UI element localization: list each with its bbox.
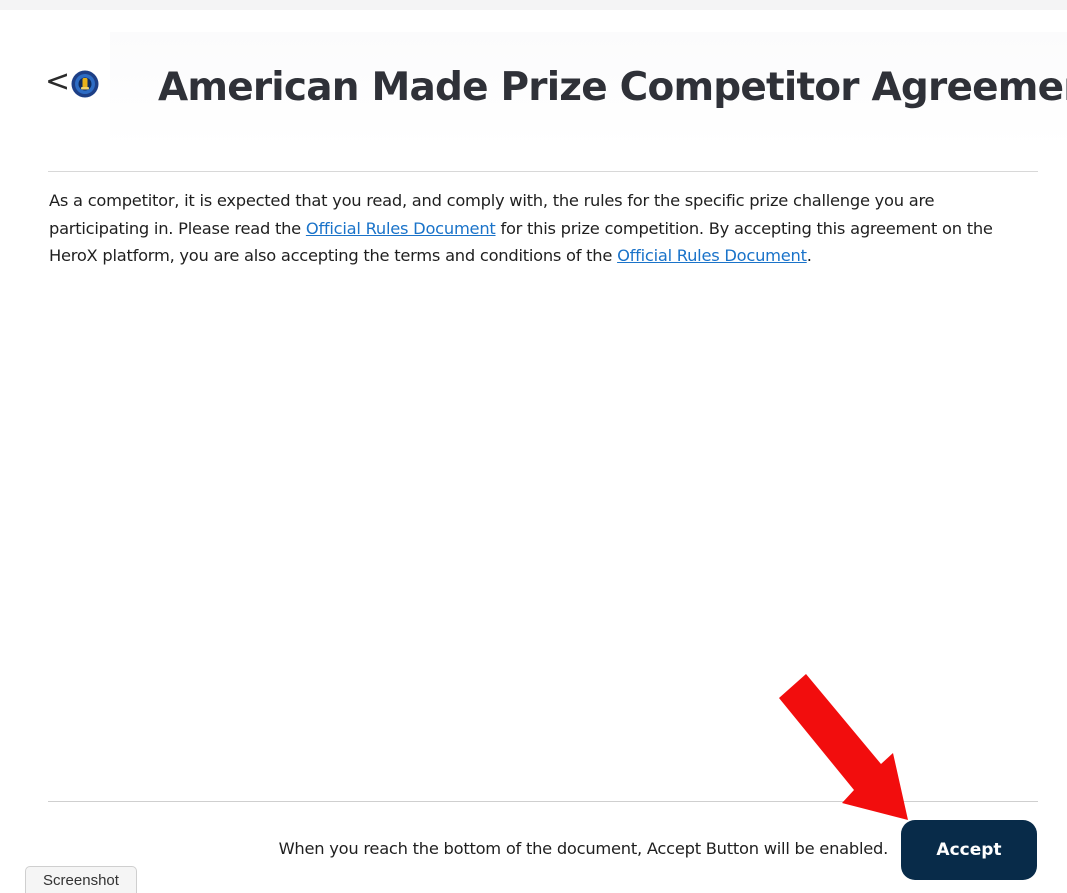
red-arrow-annotation bbox=[779, 674, 908, 820]
back-button[interactable]: < bbox=[45, 64, 103, 104]
official-rules-link-1[interactable]: Official Rules Document bbox=[306, 219, 496, 238]
top-strip bbox=[0, 0, 1067, 10]
footer-divider bbox=[48, 801, 1038, 802]
header-divider bbox=[48, 171, 1038, 172]
agreement-page: < American Made Prize Competitor Agreeme… bbox=[0, 0, 1067, 893]
agreement-text: As a competitor, it is expected that you… bbox=[49, 187, 1039, 270]
screenshot-tab[interactable]: Screenshot bbox=[25, 866, 137, 893]
page-title: American Made Prize Competitor Agreement bbox=[158, 65, 1067, 110]
chevron-left-icon: < bbox=[45, 64, 71, 99]
accept-hint-text: When you reach the bottom of the documen… bbox=[278, 839, 889, 858]
agreement-text-part-3: . bbox=[806, 246, 812, 265]
accept-button[interactable]: Accept bbox=[901, 820, 1037, 880]
official-rules-link-2[interactable]: Official Rules Document bbox=[617, 246, 807, 265]
american-made-logo-icon bbox=[71, 70, 99, 98]
